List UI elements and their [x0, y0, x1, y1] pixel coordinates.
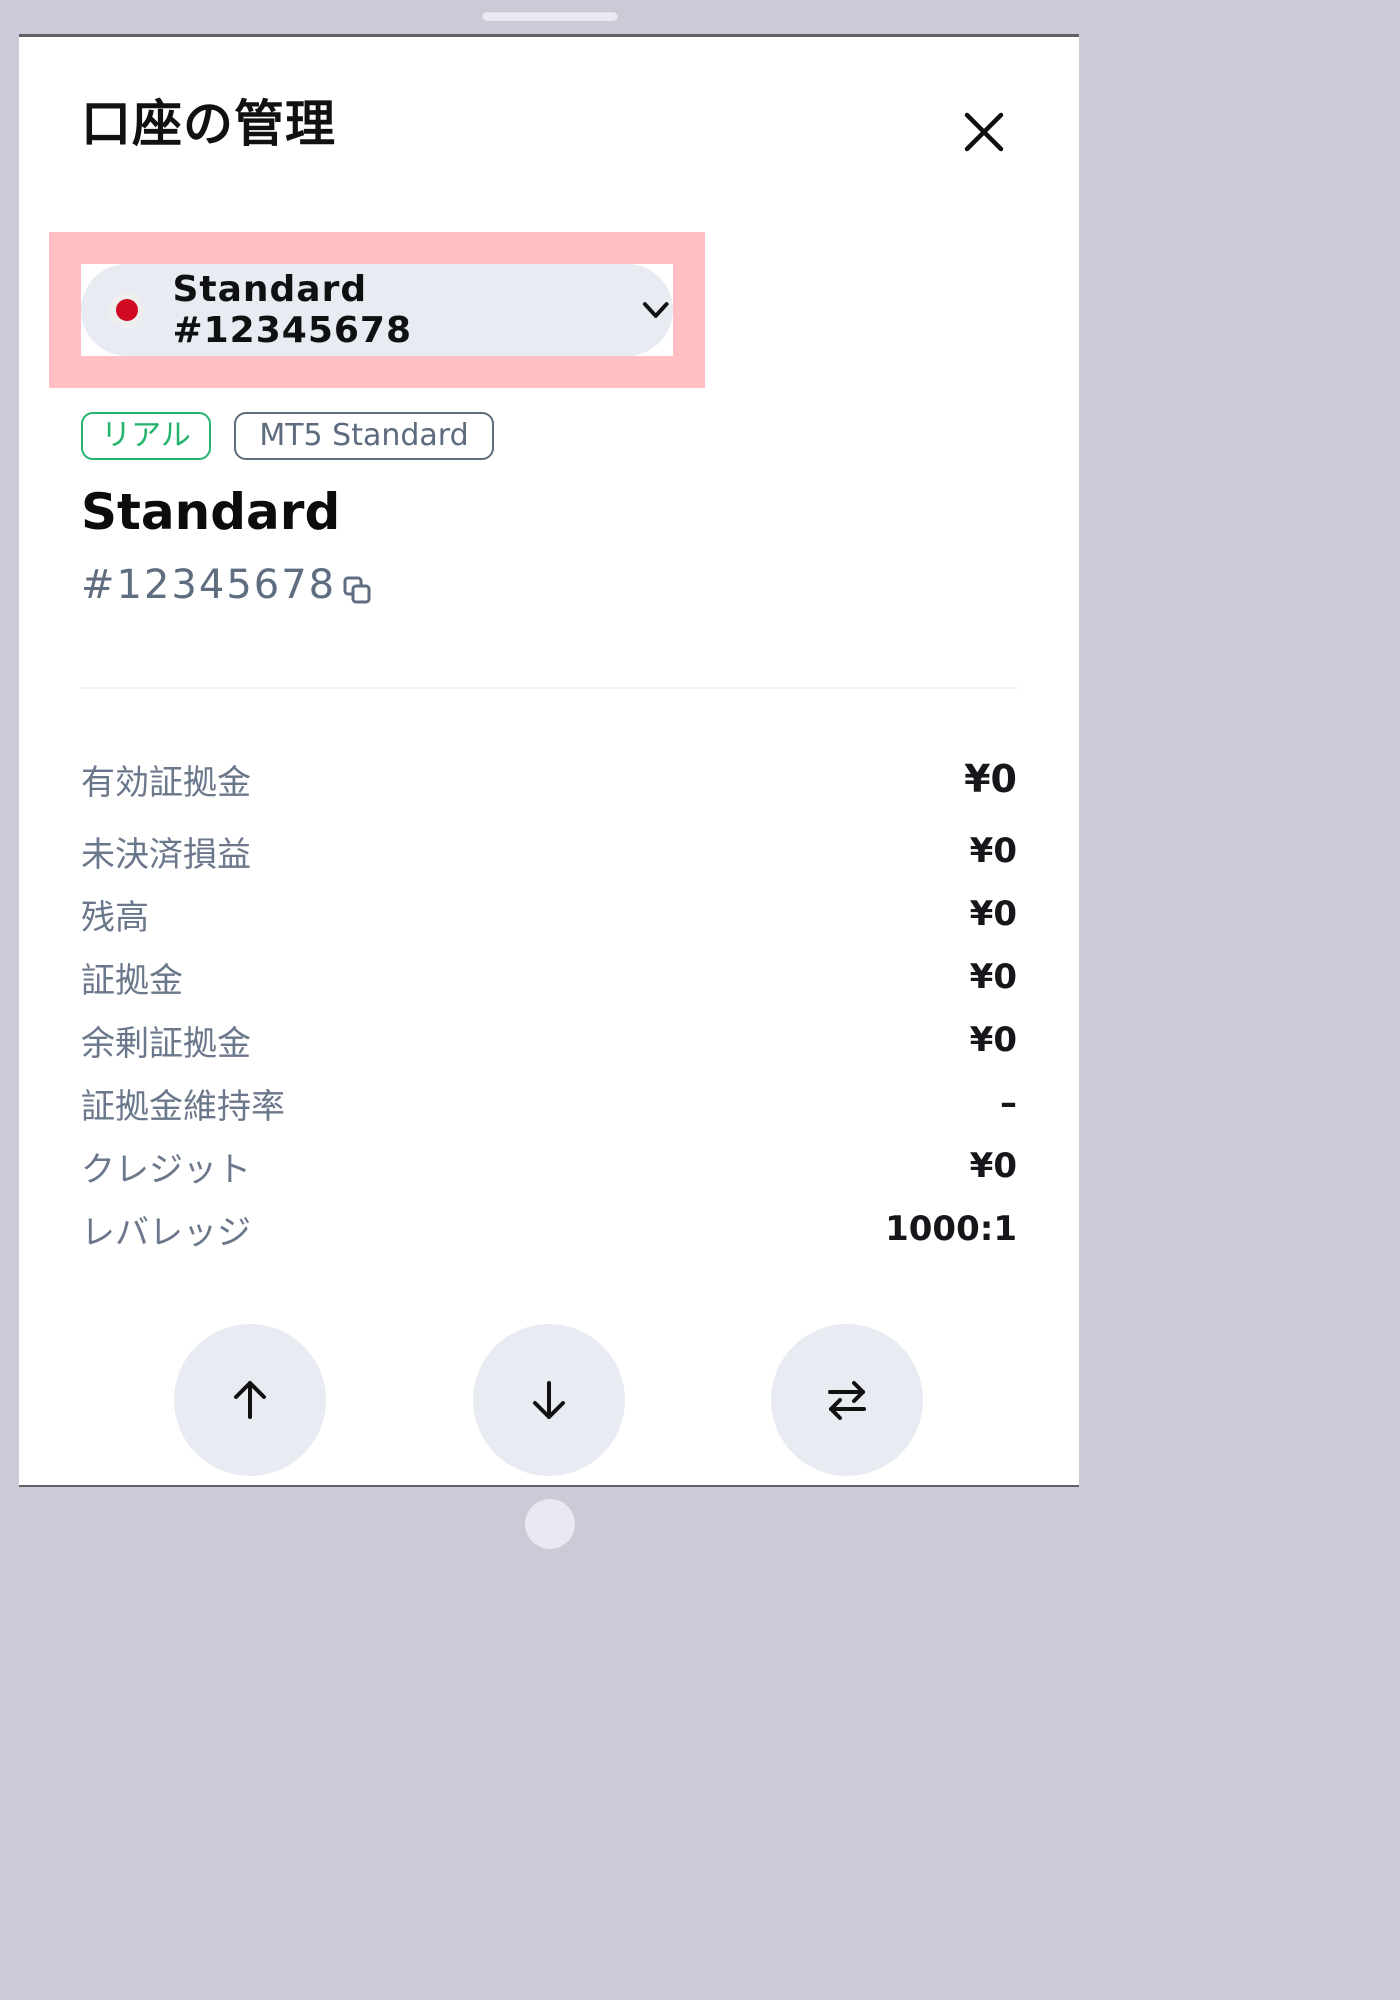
stat-label: レバレッジ [81, 1212, 251, 1253]
stat-label: 有効証拠金 [81, 762, 251, 803]
stat-value: ¥0 [969, 1020, 1017, 1060]
chevron-down-icon [642, 302, 669, 318]
close-icon[interactable] [959, 107, 1009, 157]
stat-row: 余剰証拠金 ¥0 [81, 1010, 1017, 1070]
flag-dot [115, 299, 138, 321]
real-account-tag: リアル [81, 412, 211, 460]
stat-value: ¥0 [969, 957, 1017, 997]
account-selector-button[interactable]: Standard #12345678 [81, 264, 673, 356]
selector-highlight: Standard #12345678 [49, 232, 705, 388]
stat-row: 証拠金 ¥0 [81, 947, 1017, 1007]
app-screen: 口座の管理 Standard #12345678 リアル MT5 Standar… [19, 34, 1079, 1487]
account-number: #12345678 [81, 562, 337, 608]
device-speaker [482, 11, 618, 21]
stat-label: 残高 [81, 897, 149, 938]
stat-value: ¥0 [969, 894, 1017, 934]
stat-label: クレジット [81, 1149, 251, 1190]
transfer-button[interactable] [771, 1324, 923, 1476]
home-button[interactable] [525, 1499, 575, 1549]
section-divider [81, 687, 1017, 689]
deposit-button[interactable] [174, 1324, 326, 1476]
stat-label: 証拠金 [81, 960, 183, 1001]
platform-tag: MT5 Standard [234, 412, 494, 460]
stat-row: 未決済損益 ¥0 [81, 821, 1017, 881]
arrow-down-icon [533, 1381, 565, 1419]
stat-value: 1000:1 [885, 1209, 1017, 1249]
stat-label: 証拠金維持率 [81, 1086, 285, 1127]
page-title: 口座の管理 [81, 95, 336, 153]
stat-value: ¥0 [969, 831, 1017, 871]
selector-highlight-inner: Standard #12345678 [81, 264, 673, 356]
stat-value: ¥0 [969, 1146, 1017, 1186]
stat-label: 未決済損益 [81, 834, 251, 875]
stat-row: 残高 ¥0 [81, 884, 1017, 944]
stat-row: 有効証拠金 ¥0 [81, 749, 1017, 809]
stat-row: レバレッジ 1000:1 [81, 1199, 1017, 1259]
copy-icon[interactable] [341, 574, 373, 606]
stat-row: 証拠金維持率 – [81, 1073, 1017, 1133]
account-selector-label: Standard #12345678 [172, 269, 413, 351]
arrow-up-icon [234, 1381, 266, 1419]
withdraw-button[interactable] [473, 1324, 625, 1476]
tablet-frame: 口座の管理 Standard #12345678 リアル MT5 Standar… [0, 0, 1098, 1568]
account-name: Standard [81, 483, 341, 541]
swap-icon [828, 1381, 866, 1420]
stat-label: 余剰証拠金 [81, 1023, 251, 1064]
stat-value: ¥0 [964, 757, 1017, 801]
stat-row: クレジット ¥0 [81, 1136, 1017, 1196]
stat-value: – [1000, 1083, 1017, 1123]
jp-flag-icon [109, 292, 145, 328]
